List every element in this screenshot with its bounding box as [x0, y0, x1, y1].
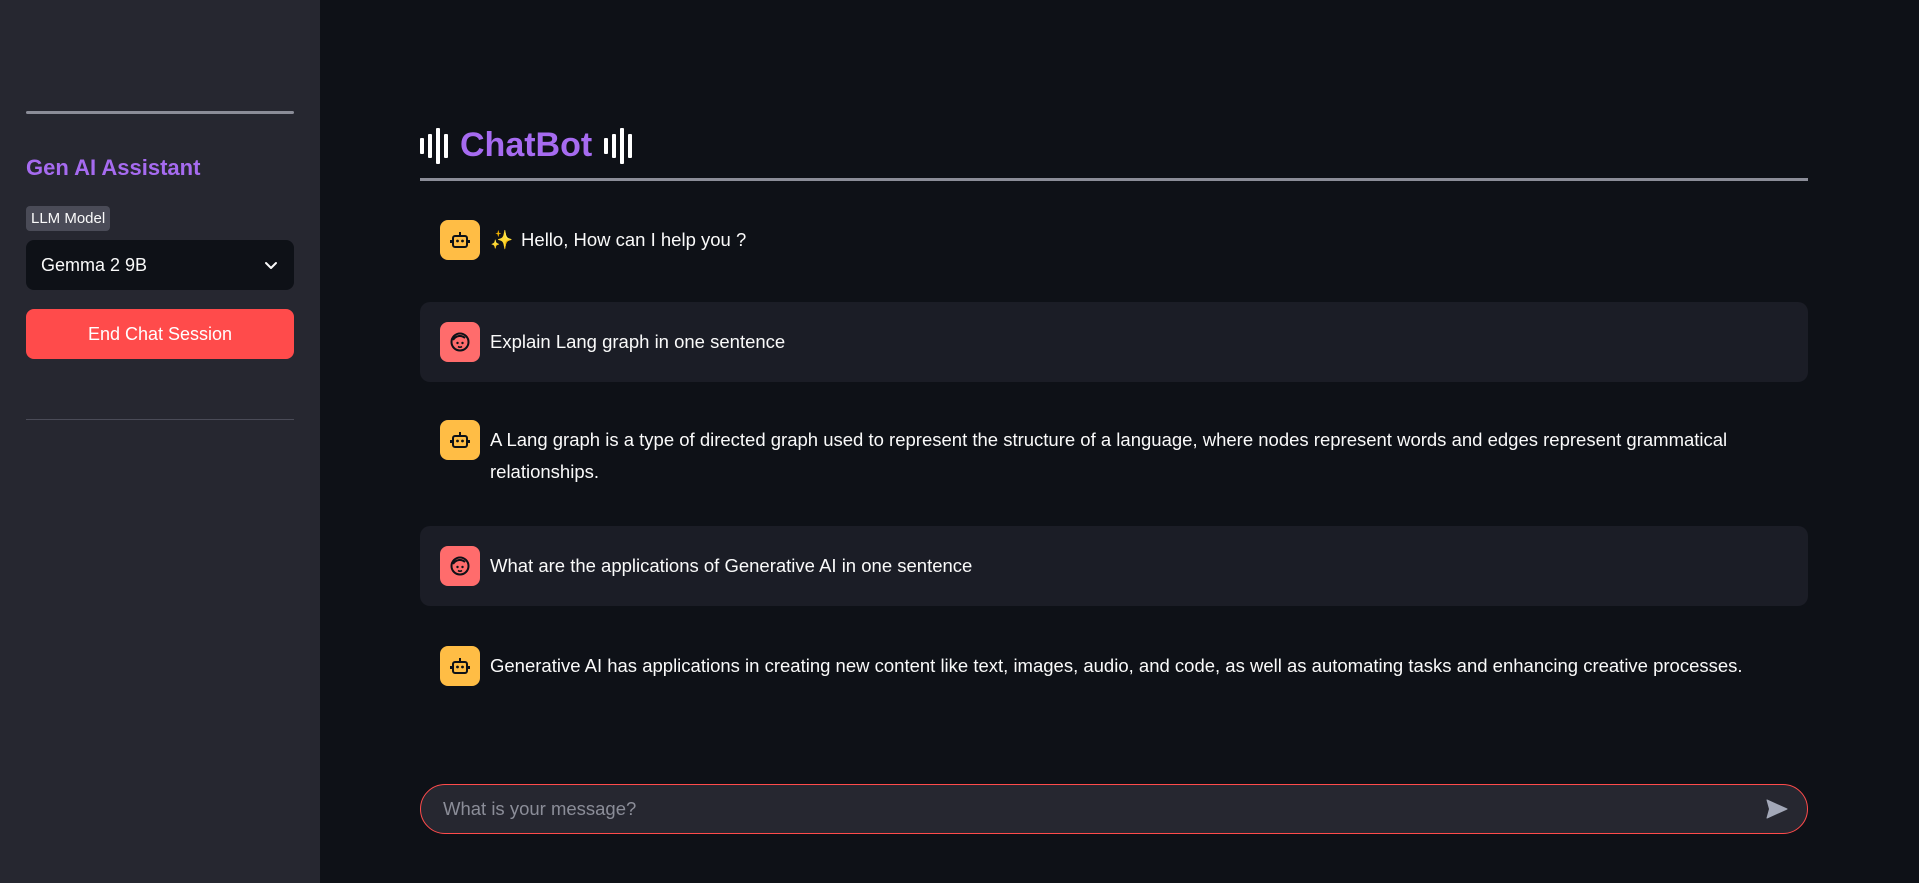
chat-input-container — [420, 784, 1808, 834]
message-text: What are the applications of Generative … — [490, 555, 973, 576]
robot-icon — [440, 420, 480, 460]
sparkles-icon: ✨ — [490, 229, 514, 250]
chat-message-assistant: Generative AI has applications in creati… — [420, 646, 1808, 686]
send-icon — [1766, 799, 1788, 819]
sidebar: Gen AI Assistant LLM Model Gemma 2 9B En… — [0, 0, 320, 883]
robot-icon — [440, 220, 480, 260]
chat-message-assistant: A Lang graph is a type of directed graph… — [420, 420, 1808, 488]
end-chat-session-button[interactable]: End Chat Session — [26, 309, 294, 359]
chat-input[interactable] — [441, 797, 1761, 821]
model-select-value: Gemma 2 9B — [41, 254, 148, 275]
message-text: A Lang graph is a type of directed graph… — [490, 429, 1728, 482]
main-content: ChatBot ✨ Hello, How can I help you ? Exp… — [320, 0, 1919, 883]
user-face-icon — [440, 546, 480, 586]
message-text: Generative AI has applications in creati… — [490, 655, 1743, 676]
soundwave-icon — [420, 127, 448, 164]
send-button[interactable] — [1761, 793, 1793, 825]
page-title: ChatBot — [460, 126, 593, 164]
model-label: LLM Model — [26, 206, 111, 231]
chat-message-user: Explain Lang graph in one sentence — [420, 302, 1808, 382]
header-divider — [420, 178, 1808, 181]
app: Gen AI Assistant LLM Model Gemma 2 9B En… — [0, 0, 1919, 883]
message-text: Explain Lang graph in one sentence — [490, 331, 786, 352]
chevron-down-icon — [265, 262, 277, 269]
message-text: ✨ Hello, How can I help you ? — [490, 229, 747, 250]
chat-message-user: What are the applications of Generative … — [420, 526, 1808, 606]
sidebar-title: Gen AI Assistant — [26, 155, 201, 180]
chat-message-assistant: ✨ Hello, How can I help you ? — [420, 220, 1808, 260]
robot-icon — [440, 646, 480, 686]
page-header: ChatBot — [420, 126, 633, 165]
user-face-icon — [440, 322, 480, 362]
model-select[interactable]: Gemma 2 9B — [26, 240, 294, 290]
sidebar-divider-bottom — [26, 419, 294, 420]
sidebar-divider-top — [26, 111, 294, 114]
soundwave-icon — [604, 127, 633, 164]
